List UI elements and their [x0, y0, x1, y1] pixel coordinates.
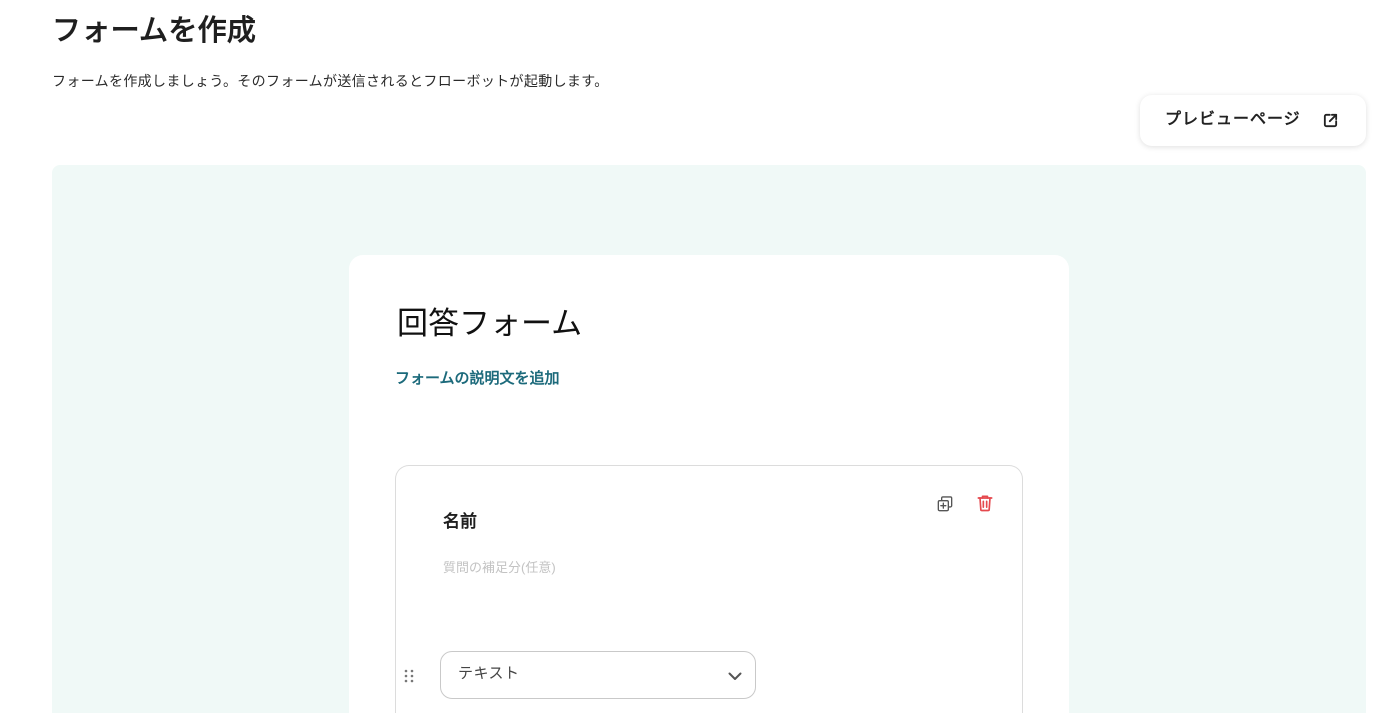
- chevron-down-icon: [728, 672, 742, 680]
- copy-icon: [937, 496, 953, 512]
- answer-type-select[interactable]: テキスト: [440, 651, 756, 699]
- delete-question-button[interactable]: [974, 492, 996, 514]
- answer-type-value: テキスト: [458, 665, 520, 682]
- question-title-field[interactable]: 名前: [443, 509, 477, 535]
- form-editor-canvas: 回答フォーム フォームの説明文を追加 名前 質問の補足分(任意) テキスト: [52, 165, 1366, 713]
- trash-icon: [977, 495, 993, 512]
- preview-page-button[interactable]: プレビューページ: [1140, 95, 1366, 146]
- drag-handle-icon[interactable]: [404, 669, 414, 683]
- question-description-input[interactable]: [443, 557, 863, 577]
- duplicate-question-button[interactable]: [934, 493, 956, 515]
- form-title[interactable]: 回答フォーム: [397, 304, 582, 344]
- page-title: フォームを作成: [52, 15, 257, 47]
- drag-dots: [404, 669, 414, 683]
- external-link-icon: [1323, 113, 1338, 128]
- page-description: フォームを作成しましょう。そのフォームが送信されるとフローボットが起動します。: [52, 73, 609, 89]
- preview-page-label: プレビューページ: [1165, 111, 1301, 128]
- form-card: 回答フォーム フォームの説明文を追加 名前 質問の補足分(任意) テキスト: [349, 255, 1069, 713]
- add-form-description-link[interactable]: フォームの説明文を追加: [395, 368, 560, 390]
- question-card[interactable]: 名前 質問の補足分(任意) テキスト: [395, 465, 1023, 713]
